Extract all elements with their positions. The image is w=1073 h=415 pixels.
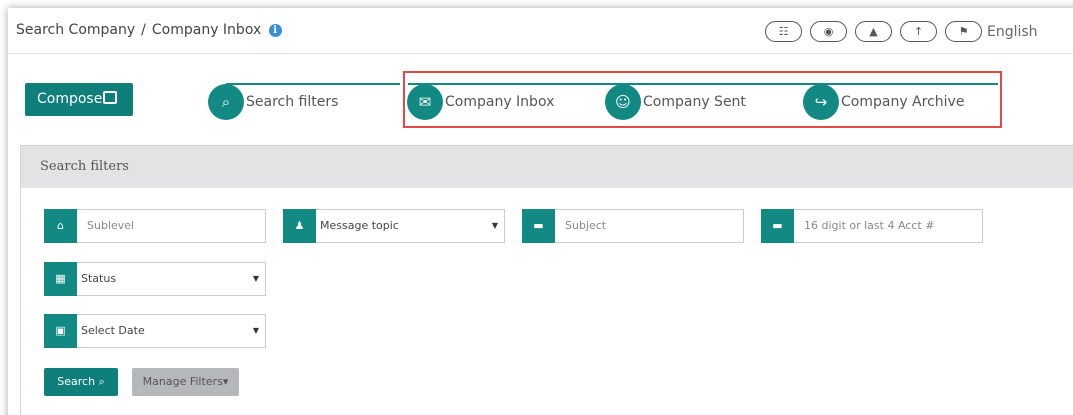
breadcrumb-company-inbox: Company Inbox (151, 22, 262, 38)
calendar-icon: ▣ (44, 314, 77, 348)
topic-icon: ♟ (283, 209, 316, 243)
status-select[interactable]: Status ▼ (77, 262, 266, 296)
search-icon: ⌕ (98, 375, 105, 388)
language-selector[interactable]: English (987, 24, 1038, 40)
chevron-down-icon: ▼ (252, 326, 259, 335)
edit-icon (103, 91, 118, 104)
app-window: Search Company / Company Inbox i ☷ ◉ ▲ ↑ ⚑ Engl… (8, 8, 1073, 415)
sublevel-field: ⌂ Sublevel (44, 209, 266, 243)
status-field: ▦ Status ▼ (44, 262, 266, 296)
chevron-down-icon: ▼ (491, 221, 498, 230)
date-select[interactable]: Select Date ▼ (77, 314, 266, 348)
manage-filters-button[interactable]: Manage Filters▾ (132, 368, 239, 396)
list-icon[interactable]: ☷ (765, 21, 802, 42)
card-icon: ▬ (522, 209, 555, 243)
search-button-label: Search (57, 375, 96, 388)
account-input[interactable]: 16 digit or last 4 Acct # (794, 209, 983, 243)
sublevel-input[interactable]: Sublevel (77, 209, 266, 243)
building-icon: ▦ (44, 262, 77, 296)
chevron-down-icon: ▼ (252, 274, 259, 283)
card-icon: ▬ (761, 209, 794, 243)
top-icon-bar: ☷ ◉ ▲ ↑ ⚑ English (765, 21, 1038, 42)
compose-button[interactable]: Compose (25, 83, 133, 116)
message-topic-select[interactable]: Message topic ▼ (316, 209, 505, 243)
message-topic-field: ♟ Message topic ▼ (283, 209, 505, 243)
caret-down-icon: ▾ (222, 375, 229, 388)
manage-filters-label: Manage Filters (142, 375, 223, 388)
search-icon: ⌕ (208, 84, 244, 120)
bank-icon: ⌂ (44, 209, 77, 243)
account-field: ▬ 16 digit or last 4 Acct # (761, 209, 983, 243)
date-value: Select Date (81, 324, 145, 337)
subject-input[interactable]: Subject (555, 209, 744, 243)
info-icon[interactable]: i (268, 24, 282, 37)
user-icon[interactable]: ◉ (810, 21, 847, 42)
highlight-box (403, 71, 1002, 128)
message-topic-value: Message topic (320, 219, 399, 232)
bell-icon[interactable]: ▲ (855, 21, 892, 42)
breadcrumb-search-company[interactable]: Search Company (16, 22, 135, 38)
upload-icon[interactable]: ↑ (900, 21, 937, 42)
step-label: Search filters (246, 94, 339, 110)
breadcrumb: Search Company / Company Inbox i (16, 22, 282, 38)
date-field: ▣ Select Date ▼ (44, 314, 266, 348)
search-button[interactable]: Search ⌕ (44, 368, 118, 396)
panel-title: Search filters (21, 146, 1073, 188)
status-value: Status (81, 272, 117, 285)
compose-label: Compose (37, 91, 103, 107)
top-bar: Search Company / Company Inbox i ☷ ◉ ▲ ↑ ⚑ Engl… (8, 8, 1073, 54)
flag-icon[interactable]: ⚑ (945, 21, 982, 42)
step-search-filters[interactable]: ⌕ Search filters (208, 84, 338, 120)
breadcrumb-separator: / (141, 22, 146, 38)
subject-field: ▬ Subject (522, 209, 744, 243)
